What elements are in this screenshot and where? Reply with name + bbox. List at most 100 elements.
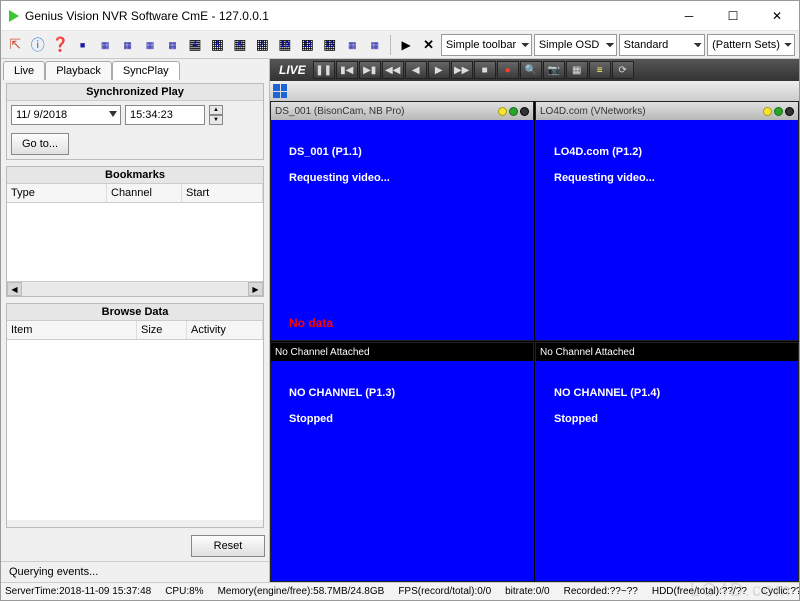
layout-4-icon[interactable]: ▦ [95,34,115,56]
layout-16-icon[interactable]: ▦ [140,34,160,56]
pane1-line1: DS_001 (P1.1) [289,146,515,158]
grid-button[interactable]: ▦ [566,61,588,79]
window-title: Genius Vision NVR Software CmE - 127.0.0… [25,9,667,23]
col-size[interactable]: Size [137,321,187,339]
video-grid: DS_001 (BisonCam, NB Pro) DS_001 (P1.1) … [270,101,799,582]
col-channel[interactable]: Channel [107,184,182,202]
pattern-sets-select[interactable]: (Pattern Sets) [707,34,795,56]
app-logo-icon [9,10,19,22]
close-button[interactable]: ✕ [755,2,799,30]
left-sidebar: Live Playback SyncPlay Synchronized Play… [1,59,270,582]
sync-title: Synchronized Play [7,84,263,101]
scroll-right-icon[interactable]: ▶ [248,282,263,296]
pane1-nodata: No data [289,316,333,330]
help-icon[interactable]: ❓ [50,34,70,56]
col-start[interactable]: Start [182,184,263,202]
tab-playback[interactable]: Playback [45,61,112,80]
fastfwd-button[interactable]: ▶▶ [451,61,473,79]
sync-date-input[interactable] [11,105,121,125]
layout-n13-icon[interactable]: ▦13 [320,34,340,56]
main-toolbar: ⇱ ⓘ ❓ ■ ▦ ▦ ▦ ▦ ▦4 ▦5 ▦6 ▦8 ▦10 ▦12 ▦13 … [1,31,799,59]
video-pane-4[interactable]: No Channel Attached NO CHANNEL (P1.4) St… [535,342,799,582]
browse-title: Browse Data [7,304,263,321]
osd-mode-select[interactable]: Simple OSD [534,34,617,56]
titlebar: Genius Vision NVR Software CmE - 127.0.0… [1,1,799,31]
tab-syncplay[interactable]: SyncPlay [112,61,180,80]
gridline [270,81,799,101]
pane2-title: LO4D.com (VNetworks) [540,106,646,117]
pane4-header: No Channel Attached [536,343,798,361]
layout-custom2-icon[interactable]: ▦ [365,34,385,56]
scroll-left-icon[interactable]: ◀ [7,282,22,296]
tab-live[interactable]: Live [3,61,45,80]
goto-button[interactable]: Go to... [11,133,69,155]
status-cpu: CPU:8% [165,586,203,597]
toolbar-separator [390,35,391,55]
video-pane-2[interactable]: LO4D.com (VNetworks) LO4D.com (P1.2) Req… [535,101,799,341]
layout-9-icon[interactable]: ▦ [117,34,137,56]
pane3-header: No Channel Attached [271,343,533,361]
player-toolbar: LIVE ❚❚ ▮◀ ▶▮ ◀◀ ◀ ▶ ▶▶ ■ ● 🔍 📷 ▦ ≡ ⟳ [270,59,799,81]
sync-time-input[interactable] [125,105,205,125]
status-dot-yellow [498,107,507,116]
pause-button[interactable]: ❚❚ [313,61,335,79]
color-button[interactable]: ≡ [589,61,611,79]
layout-25-icon[interactable]: ▦ [162,34,182,56]
grid-icon[interactable] [273,84,287,98]
pane4-line2: Stopped [554,413,780,425]
layout-mode-select[interactable]: Standard [619,34,705,56]
status-cyclic: Cyclic:?? [761,586,799,597]
live-label: LIVE [273,63,312,77]
browse-panel: Browse Data Item Size Activity [6,303,264,528]
record-button[interactable]: ● [497,61,519,79]
play-button[interactable]: ▶ [396,34,416,56]
step-fwd-button[interactable]: ▶▮ [359,61,381,79]
prev-button[interactable]: ◀ [405,61,427,79]
stop-button[interactable]: ✕ [418,34,438,56]
pane4-title: No Channel Attached [540,347,635,358]
layout-n10-icon[interactable]: ▦10 [275,34,295,56]
col-activity[interactable]: Activity [187,321,263,339]
browse-list[interactable] [7,340,263,520]
snapshot-button[interactable]: 📷 [543,61,565,79]
minimize-button[interactable]: ─ [667,2,711,30]
layout-n5-icon[interactable]: ▦5 [207,34,227,56]
bookmarks-hscroll[interactable]: ◀ ▶ [7,281,263,296]
play-button-player[interactable]: ▶ [428,61,450,79]
pane1-title: DS_001 (BisonCam, NB Pro) [275,106,405,117]
status-dot-black [520,107,529,116]
status-fps: FPS(record/total):0/0 [398,586,491,597]
exit-icon[interactable]: ⇱ [5,34,25,56]
zoom-button[interactable]: 🔍 [520,61,542,79]
time-spinner[interactable]: ▲▼ [209,105,223,125]
step-back-button[interactable]: ▮◀ [336,61,358,79]
status-bar: ServerTime:2018-11-09 15:37:48 CPU:8% Me… [1,582,799,600]
col-item[interactable]: Item [7,321,137,339]
refresh-button[interactable]: ⟳ [612,61,634,79]
layout-custom1-icon[interactable]: ▦ [342,34,362,56]
pane1-header: DS_001 (BisonCam, NB Pro) [271,102,533,120]
layout-1-icon[interactable]: ■ [72,34,92,56]
layout-n6-icon[interactable]: ▦6 [230,34,250,56]
pane3-title: No Channel Attached [275,347,370,358]
reset-button[interactable]: Reset [191,535,265,557]
maximize-button[interactable]: ☐ [711,2,755,30]
col-type[interactable]: Type [7,184,107,202]
rewind-button[interactable]: ◀◀ [382,61,404,79]
stop-player-button[interactable]: ■ [474,61,496,79]
bookmarks-list[interactable] [7,203,263,281]
layout-n4-icon[interactable]: ▦4 [185,34,205,56]
video-pane-3[interactable]: No Channel Attached NO CHANNEL (P1.3) St… [270,342,534,582]
video-pane-1[interactable]: DS_001 (BisonCam, NB Pro) DS_001 (P1.1) … [270,101,534,341]
status-dot-green [509,107,518,116]
layout-n12-icon[interactable]: ▦12 [297,34,317,56]
browse-header: Item Size Activity [7,321,263,340]
info-icon[interactable]: ⓘ [27,34,47,56]
bookmarks-title: Bookmarks [7,167,263,184]
pane4-line1: NO CHANNEL (P1.4) [554,387,780,399]
status-servertime: ServerTime:2018-11-09 15:37:48 [5,586,151,597]
query-status: Querying events... [1,561,269,582]
status-hdd: HDD(free/total):??/?? [652,586,747,597]
toolbar-mode-select[interactable]: Simple toolbar [441,34,532,56]
layout-n8-icon[interactable]: ▦8 [252,34,272,56]
